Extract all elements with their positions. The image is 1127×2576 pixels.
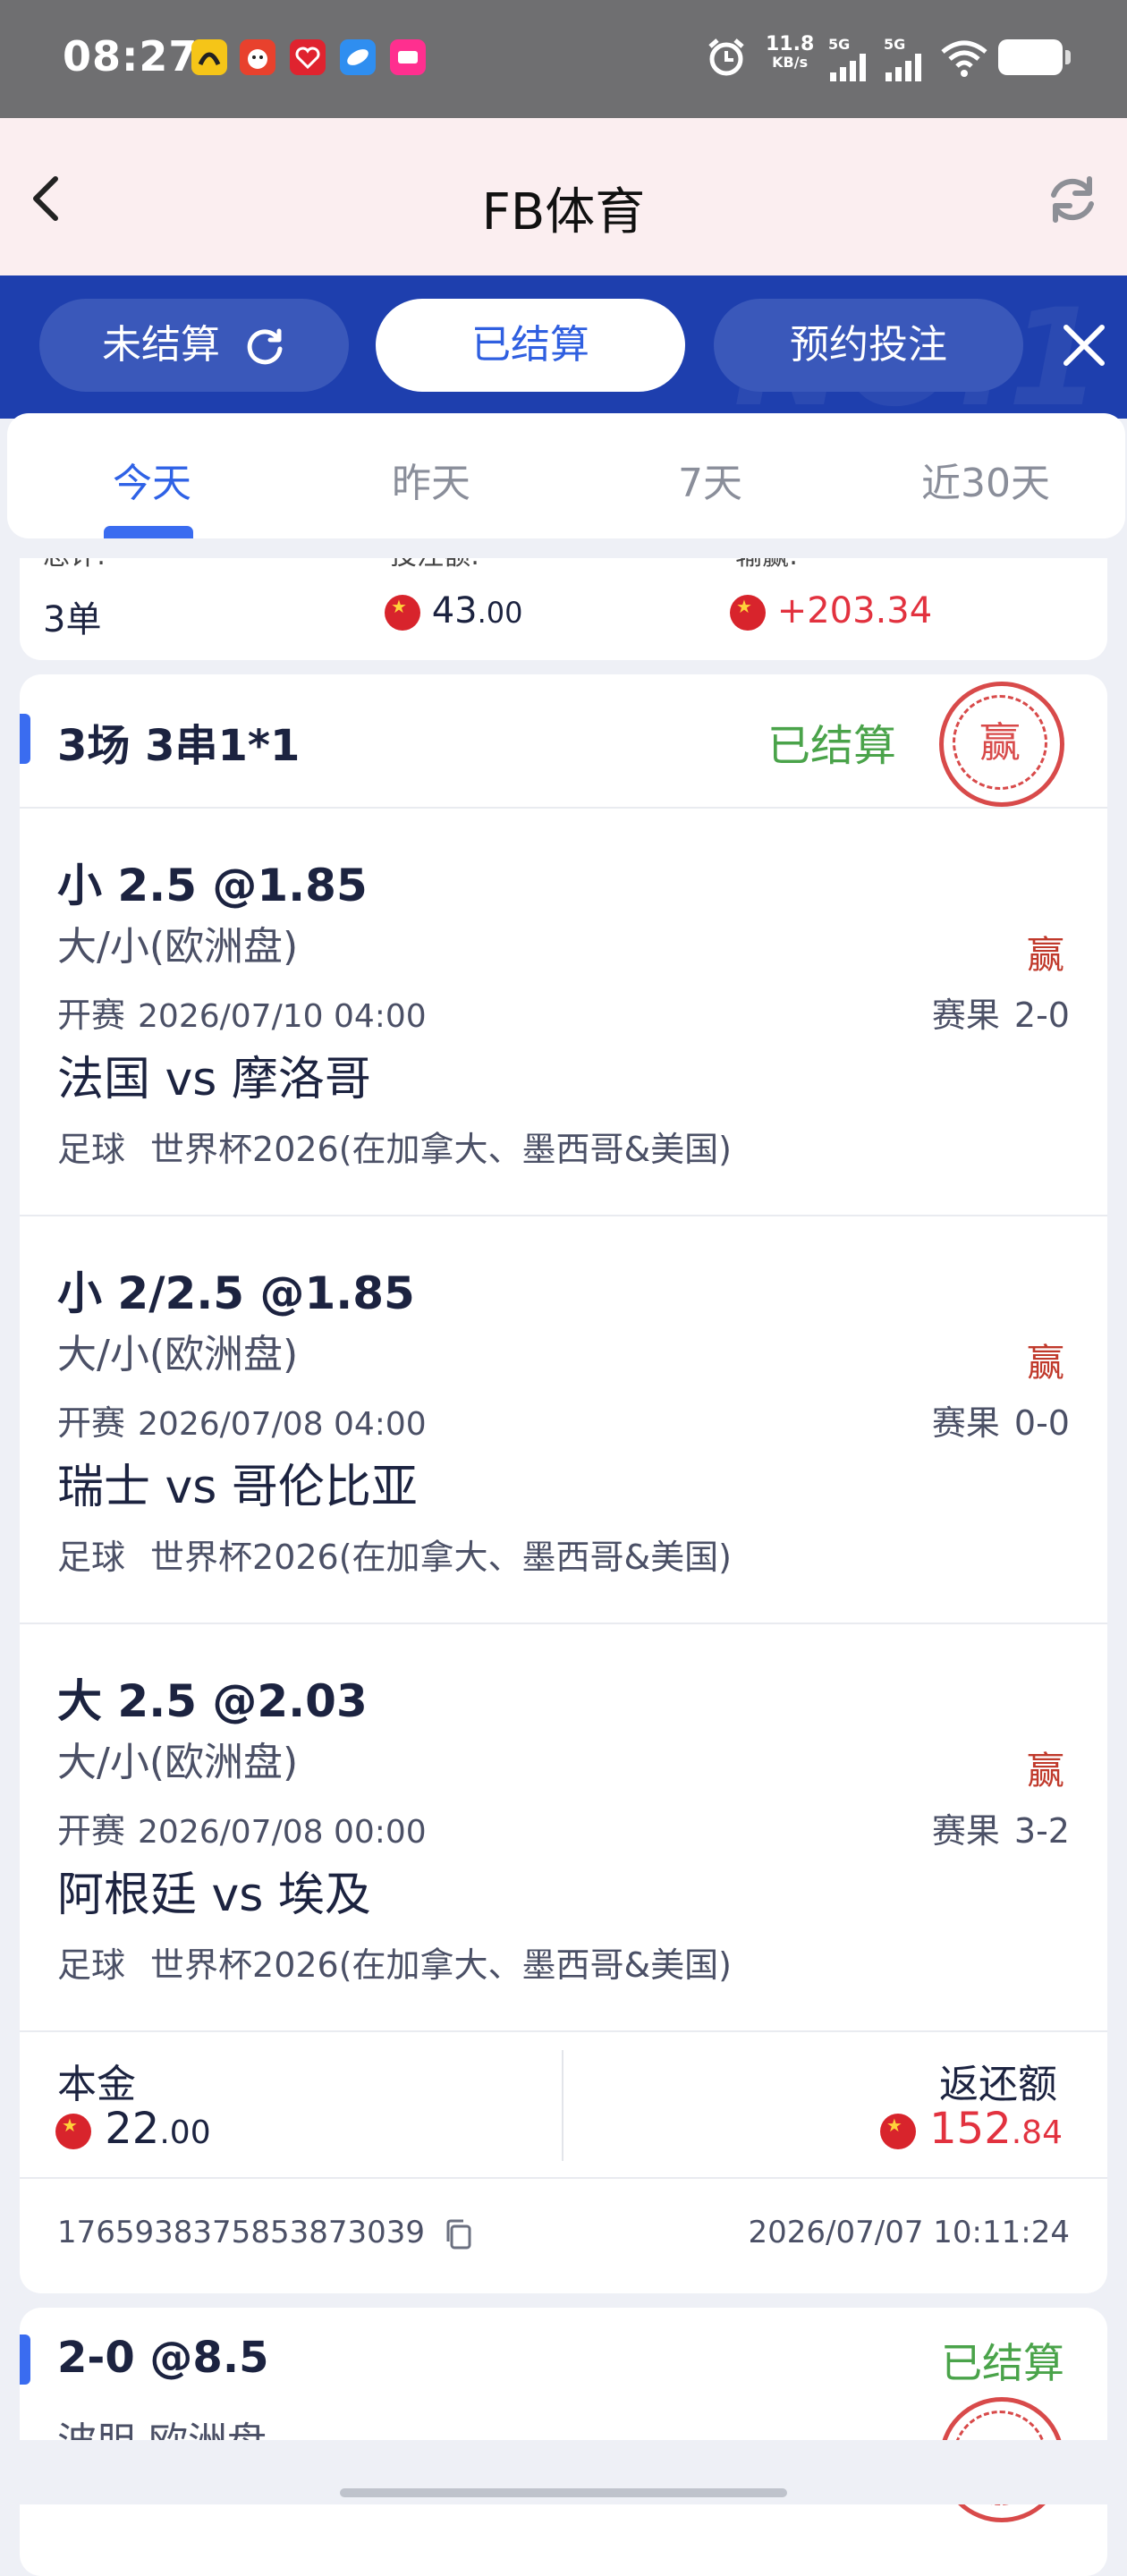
signal-bars-icon <box>830 54 866 81</box>
leg-teams: 阿根廷 vs 埃及 <box>57 1868 371 1922</box>
total-profit: +203.34 <box>730 590 932 631</box>
app-icon-pink <box>390 39 426 75</box>
stake-label: 投注额: <box>390 558 479 572</box>
clock: 08:27 <box>63 32 199 80</box>
battery-icon <box>998 39 1071 75</box>
copy-icon[interactable] <box>444 2218 474 2250</box>
app-icon-yellow <box>191 39 227 75</box>
principal-label: 本金 <box>57 2062 136 2107</box>
bet-title: 2-0 @8.5 <box>57 2333 269 2383</box>
bet-card[interactable]: 3场 3串1*1 已结算 赢 小 2.5 @1.85 大/小(欧洲盘) 赢 开赛… <box>20 674 1107 2293</box>
active-tab-indicator <box>104 526 193 538</box>
currency-coin-icon <box>55 2114 91 2149</box>
leg-result: 赢 <box>1027 1341 1065 1385</box>
return-amount: 152.84 <box>879 2104 1063 2154</box>
card-accent <box>20 2334 30 2385</box>
net-speed: 11.8 KB/s <box>766 33 815 72</box>
leg-score: 赛果 0-0 <box>931 1403 1070 1443</box>
currency-coin-icon <box>385 595 420 631</box>
tab-30-days[interactable]: 近30天 <box>846 451 1125 508</box>
refresh-icon[interactable] <box>1043 170 1102 229</box>
leg-pick: 小 2/2.5 @1.85 <box>57 1267 415 1319</box>
currency-coin-icon <box>879 2114 916 2149</box>
divider <box>20 807 1107 809</box>
leg-score: 赛果 2-0 <box>931 996 1070 1035</box>
app-icon-mascot <box>240 39 275 75</box>
alarm-icon <box>708 38 744 76</box>
tab-reserved-bets[interactable]: 预约投注 <box>714 299 1023 392</box>
signal-2: 5G <box>884 36 925 87</box>
profit-label: 输赢: <box>735 558 798 572</box>
card-accent <box>20 714 30 764</box>
home-indicator[interactable] <box>340 2488 787 2497</box>
settlement-filter-bar: NO.1 未结算 已结算 预约投注 <box>0 275 1127 419</box>
date-tabs: 今天 昨天 7天 近30天 <box>7 413 1125 538</box>
leg-league: 足球 世界杯2026(在加拿大、墨西哥&美国) <box>57 1945 733 1985</box>
return-label: 返还额 <box>939 2062 1057 2107</box>
leg-market: 大/小(欧洲盘) <box>57 1740 299 1785</box>
leg-league: 足球 世界杯2026(在加拿大、墨西哥&美国) <box>57 1538 733 1577</box>
leg-teams: 法国 vs 摩洛哥 <box>57 1053 371 1106</box>
leg-result: 赢 <box>1027 1749 1065 1792</box>
tab-settled[interactable]: 已结算 <box>376 299 685 392</box>
order-id: 1765938375853873039 <box>57 2215 474 2250</box>
order-time: 2026/07/07 10:11:24 <box>748 2215 1070 2250</box>
leg-result: 赢 <box>1027 933 1065 977</box>
signal-bars-icon <box>886 54 921 81</box>
status-bar: 08:27 11.8 KB/s 5G 5G <box>0 0 1127 118</box>
total-stake: 43.00 <box>385 590 523 631</box>
leg-league: 足球 世界杯2026(在加拿大、墨西哥&美国) <box>57 1130 733 1169</box>
app-icon-heart <box>290 39 326 75</box>
tab-unsettled[interactable]: 未结算 <box>39 299 349 392</box>
tab-today[interactable]: 今天 <box>13 451 292 508</box>
wifi-icon <box>941 40 987 77</box>
leg-teams: 瑞士 vs 哥伦比亚 <box>57 1461 418 1514</box>
signal-1: 5G <box>828 36 869 87</box>
divider <box>20 2177 1107 2179</box>
total-label: 总计: <box>43 558 106 572</box>
leg-market: 大/小(欧洲盘) <box>57 924 299 970</box>
leg-pick: 大 2.5 @2.03 <box>57 1675 368 1727</box>
total-count: 3单 <box>43 599 102 640</box>
title-bar: FB体育 <box>0 118 1127 275</box>
app-icon-blue <box>340 39 376 75</box>
divider <box>562 2050 564 2161</box>
divider <box>20 2030 1107 2032</box>
principal-amount: 22.00 <box>55 2104 211 2154</box>
currency-coin-icon <box>730 595 766 631</box>
bet-title: 3场 3串1*1 <box>57 721 301 771</box>
bet-status: 已结算 <box>767 721 897 771</box>
leg-kickoff: 开赛 2026/07/08 04:00 <box>57 1403 427 1443</box>
leg-market: 大/小(欧洲盘) <box>57 1332 299 1377</box>
page-title: FB体育 <box>481 183 646 242</box>
close-icon[interactable] <box>1061 322 1107 369</box>
tab-7-days[interactable]: 7天 <box>571 451 850 508</box>
divider <box>20 1215 1107 1216</box>
bet-status: 已结算 <box>941 2339 1064 2387</box>
leg-pick: 小 2.5 @1.85 <box>57 860 368 911</box>
win-stamp: 赢 <box>939 682 1064 807</box>
tab-yesterday[interactable]: 昨天 <box>292 451 571 508</box>
leg-kickoff: 开赛 2026/07/08 00:00 <box>57 1811 427 1851</box>
leg-kickoff: 开赛 2026/07/10 04:00 <box>57 996 427 1035</box>
divider <box>20 1623 1107 1624</box>
leg-score: 赛果 3-2 <box>931 1811 1070 1851</box>
spinner-icon <box>247 328 283 365</box>
summary-card: 总计: 投注额: 输赢: 3单 43.00 +203.34 <box>20 558 1107 660</box>
